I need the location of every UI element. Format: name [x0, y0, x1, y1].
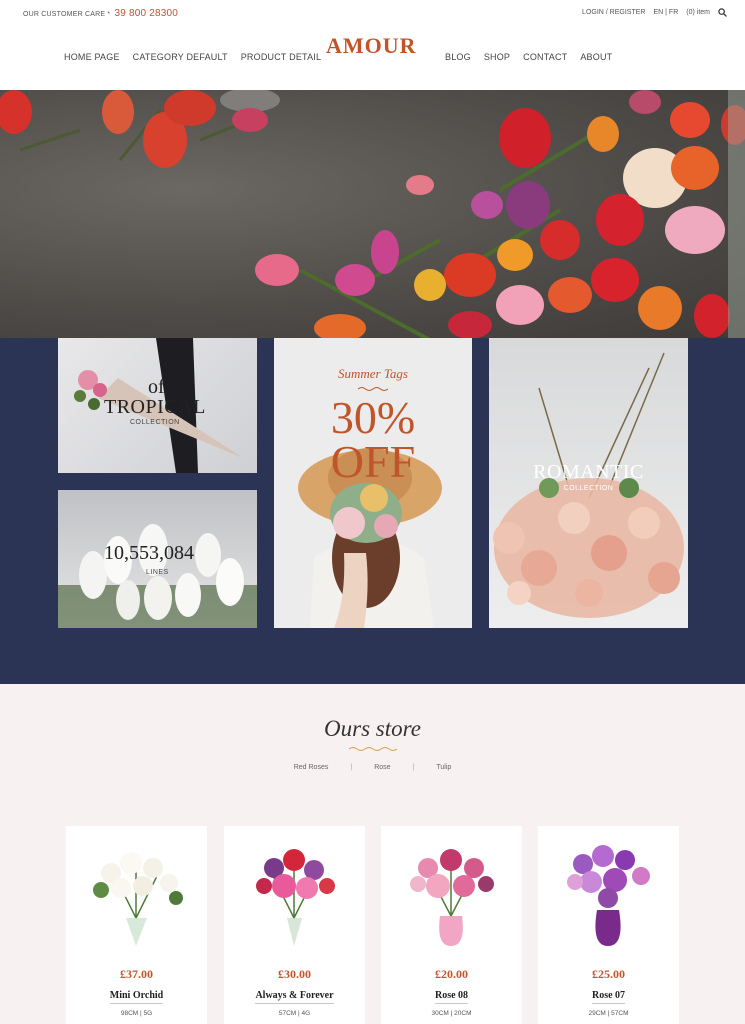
- tropical-subtitle: COLLECTION: [130, 419, 180, 426]
- lines-label: LINES: [146, 569, 169, 576]
- product-meta: 29CM | 57CM: [588, 1010, 629, 1017]
- discount-off: OFF: [330, 436, 416, 487]
- summer-tags-label: Summer Tags: [338, 366, 408, 381]
- product-image: [256, 849, 335, 946]
- search-icon[interactable]: [718, 8, 727, 17]
- customer-care: OUR CUSTOMER CARE * 39 800 28300: [23, 8, 178, 19]
- product-name[interactable]: Rose 08: [381, 990, 522, 1004]
- product-price: £20.00: [435, 967, 468, 981]
- cart-link[interactable]: (0) item: [686, 9, 710, 16]
- product-image: [93, 852, 183, 946]
- store-section: Ours store Red Roses | Rose | Tulip £37.…: [0, 684, 745, 1024]
- romantic-subtitle: COLLECTION: [563, 485, 614, 492]
- collections-section: of TROPICAL COLLECTION 10,553,084 LINES: [0, 338, 745, 684]
- romantic-collection-card[interactable]: ROMANTIC COLLECTION: [489, 338, 688, 628]
- nav-left: HOME PAGE CATEGORY DEFAULT PRODUCT DETAI…: [64, 52, 321, 62]
- nav-about[interactable]: ABOUT: [580, 52, 612, 62]
- nav-contact[interactable]: CONTACT: [523, 52, 567, 62]
- product-meta: 57CM | 4G: [278, 1010, 311, 1017]
- customer-care-label: OUR CUSTOMER CARE *: [23, 11, 111, 18]
- product-image: [567, 845, 650, 946]
- nav-product-detail[interactable]: PRODUCT DETAIL: [241, 52, 321, 62]
- lang-separator: |: [665, 9, 667, 16]
- site-logo[interactable]: AMOUR: [326, 33, 417, 59]
- store-title: Ours store: [324, 716, 421, 741]
- romantic-title: ROMANTIC: [533, 461, 644, 483]
- product-card[interactable]: £30.00 Always & Forever 57CM | 4G: [224, 826, 365, 1024]
- summer-sale-card[interactable]: Summer Tags 30% OFF: [274, 338, 472, 628]
- wave-divider-icon: [349, 747, 397, 751]
- nav-category-default[interactable]: CATEGORY DEFAULT: [133, 52, 228, 62]
- tulips-illustration: [0, 90, 745, 338]
- main-navigation: HOME PAGE CATEGORY DEFAULT PRODUCT DETAI…: [0, 30, 745, 88]
- lines-counter-card: 10,553,084 LINES: [58, 490, 257, 628]
- lang-fr[interactable]: FR: [669, 9, 678, 16]
- language-switcher: EN | FR: [653, 9, 678, 16]
- product-card[interactable]: £25.00 Rose 07 29CM | 57CM: [538, 826, 679, 1024]
- store-filters: Red Roses | Rose | Tulip: [0, 764, 745, 771]
- product-name[interactable]: Rose 07: [538, 990, 679, 1004]
- filter-rose[interactable]: Rose: [352, 764, 412, 771]
- customer-care-phone[interactable]: 39 800 28300: [114, 8, 178, 19]
- product-card[interactable]: £20.00 Rose 08 30CM | 20CM: [381, 826, 522, 1024]
- nav-blog[interactable]: BLOG: [445, 52, 471, 62]
- product-name[interactable]: Mini Orchid: [66, 990, 207, 1004]
- tropical-title: TROPICAL: [104, 396, 206, 418]
- filter-red-roses[interactable]: Red Roses: [272, 764, 351, 771]
- summer-discount: 30% OFF: [274, 392, 472, 487]
- discount-percent: 30%: [330, 392, 416, 443]
- product-meta: 30CM | 20CM: [431, 1010, 472, 1017]
- nav-right: BLOG SHOP CONTACT ABOUT: [445, 52, 612, 62]
- top-bar: OUR CUSTOMER CARE * 39 800 28300 LOGIN /…: [0, 0, 745, 26]
- product-name[interactable]: Always & Forever: [224, 990, 365, 1004]
- lang-en[interactable]: EN: [653, 9, 663, 16]
- product-meta: 98CM | 5G: [120, 1010, 153, 1017]
- nav-shop[interactable]: SHOP: [484, 52, 510, 62]
- top-right-links: LOGIN / REGISTER EN | FR (0) item: [582, 8, 727, 17]
- product-card[interactable]: £37.00 Mini Orchid 98CM | 5G: [66, 826, 207, 1024]
- login-register-link[interactable]: LOGIN / REGISTER: [582, 9, 645, 16]
- product-price: £37.00: [120, 967, 153, 981]
- hero-banner-image: [0, 90, 745, 338]
- nav-home-page[interactable]: HOME PAGE: [64, 52, 120, 62]
- tropical-collection-card[interactable]: of TROPICAL COLLECTION: [58, 338, 257, 473]
- product-price: £30.00: [278, 967, 311, 981]
- lines-count: 10,553,084: [104, 542, 194, 564]
- product-price: £25.00: [592, 967, 625, 981]
- filter-tulip[interactable]: Tulip: [414, 764, 473, 771]
- product-image: [410, 849, 494, 946]
